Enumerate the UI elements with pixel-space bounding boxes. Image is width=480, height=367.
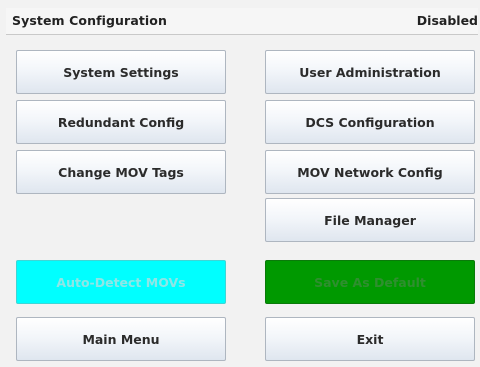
redundant-config-button[interactable]: Redundant Config bbox=[16, 100, 226, 144]
main-menu-button[interactable]: Main Menu bbox=[16, 317, 226, 361]
save-as-default-button[interactable]: Save As Default bbox=[265, 260, 475, 304]
auto-detect-movs-button[interactable]: Auto-Detect MOVs bbox=[16, 260, 226, 304]
exit-button[interactable]: Exit bbox=[265, 317, 475, 361]
dcs-configuration-button[interactable]: DCS Configuration bbox=[265, 100, 475, 144]
title-bar: System Configuration Disabled bbox=[6, 8, 478, 35]
system-configuration-screen: System Configuration Disabled System Set… bbox=[0, 0, 480, 367]
change-mov-tags-button[interactable]: Change MOV Tags bbox=[16, 150, 226, 194]
user-administration-button[interactable]: User Administration bbox=[265, 50, 475, 94]
page-title: System Configuration bbox=[12, 13, 167, 28]
system-settings-button[interactable]: System Settings bbox=[16, 50, 226, 94]
file-manager-button[interactable]: File Manager bbox=[265, 198, 475, 242]
mov-network-config-button[interactable]: MOV Network Config bbox=[265, 150, 475, 194]
status-label: Disabled bbox=[416, 13, 478, 28]
